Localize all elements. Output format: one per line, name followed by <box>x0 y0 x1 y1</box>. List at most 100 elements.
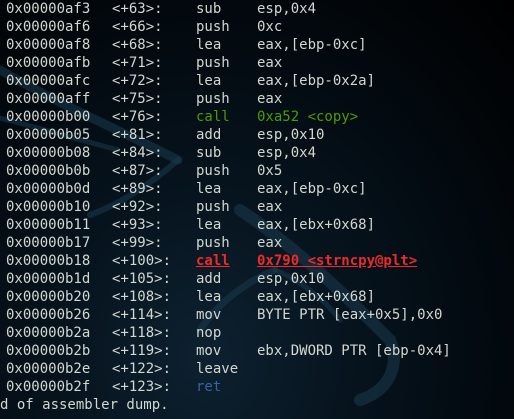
instruction-mnemonic: push <box>196 235 230 251</box>
instruction-address: 0x00000af8 <box>6 37 91 53</box>
instruction-operands: eax,[ebx+0x68] <box>257 289 376 305</box>
disassembly-line: 0x00000b10 <+92>: push eax <box>0 198 514 216</box>
instruction-mnemonic: nop <box>196 325 222 341</box>
instruction-operands: eax,[ebx+0x68] <box>257 217 376 233</box>
disassembly-line: 0x00000aff <+75>: push eax <box>0 90 514 108</box>
disassembly-line: 0x00000b17 <+99>: push eax <box>0 234 514 252</box>
instruction-operands: eax <box>257 235 283 251</box>
disassembly-line: 0x00000b1d <+105>: add esp,0x10 <box>0 270 514 288</box>
instruction-operands: eax,[ebp-0xc] <box>257 181 367 197</box>
instruction-address: 0x00000aff <box>6 91 91 107</box>
instruction-address: 0x00000b05 <box>6 127 91 143</box>
instruction-address: 0x00000b1d <box>6 271 91 287</box>
disassembly-line: 0x00000b11 <+93>: lea eax,[ebx+0x68] <box>0 216 514 234</box>
instruction-operands: ebx,DWORD PTR [ebp-0x4] <box>257 343 451 359</box>
disassembly-line: 0x00000b20 <+108>: lea eax,[ebx+0x68] <box>0 288 514 306</box>
instruction-mnemonic: ret <box>196 379 222 395</box>
instruction-offset: <+99>: <box>112 235 163 251</box>
instruction-mnemonic: push <box>196 55 230 71</box>
instruction-address: 0x00000b2e <box>6 361 91 377</box>
instruction-operands: eax <box>257 91 283 107</box>
instruction-operands: eax,[ebp-0x2a] <box>257 73 376 89</box>
disassembly-line: 0x00000b26 <+114>: mov BYTE PTR [eax+0x5],0… <box>0 306 514 324</box>
disassembly-line: 0x00000afc <+72>: lea eax,[ebp-0x2a] <box>0 72 514 90</box>
disassembly-line: 0x00000b2e <+122>: leave <box>0 360 514 378</box>
instruction-address: 0x00000b11 <box>6 217 91 233</box>
disassembly-line: 0x00000b0b <+87>: push 0x5 <box>0 162 514 180</box>
instruction-offset: <+114>: <box>112 307 172 323</box>
instruction-mnemonic: lea <box>196 181 222 197</box>
instruction-address: 0x00000b0d <box>6 181 91 197</box>
instruction-offset: <+87>: <box>112 163 163 179</box>
instruction-address: 0x00000af3 <box>6 1 91 17</box>
instruction-address: 0x00000afb <box>6 55 91 71</box>
instruction-offset: <+68>: <box>112 37 163 53</box>
instruction-offset: <+75>: <box>112 91 163 107</box>
instruction-offset: <+119>: <box>112 343 172 359</box>
instruction-address: 0x00000af6 <box>6 19 91 35</box>
disassembly-line: 0x00000af8 <+68>: lea eax,[ebp-0xc] <box>0 36 514 54</box>
instruction-operands: 0x790 <strncpy@plt> <box>257 253 418 269</box>
instruction-address: 0x00000afc <box>6 73 91 89</box>
disassembly-line: 0x00000b2a <+118>: nop <box>0 324 514 342</box>
instruction-address: 0x00000b2a <box>6 325 91 341</box>
instruction-mnemonic: add <box>196 271 222 287</box>
instruction-mnemonic: lea <box>196 217 222 233</box>
instruction-mnemonic: leave <box>196 361 239 377</box>
instruction-offset: <+84>: <box>112 145 163 161</box>
instruction-offset: <+105>: <box>112 271 172 287</box>
disassembly-line: 0x00000b08 <+84>: sub esp,0x4 <box>0 144 514 162</box>
disassembly-line: 0x00000b00 <+76>: call 0xa52 <copy> <box>0 108 514 126</box>
disassembly-line: 0x00000b2f <+123>: ret <box>0 378 514 396</box>
instruction-offset: <+118>: <box>112 325 172 341</box>
disassembly-line: 0x00000b0d <+89>: lea eax,[ebp-0xc] <box>0 180 514 198</box>
instruction-mnemonic: sub <box>196 1 222 17</box>
instruction-operands: esp,0x10 <box>257 271 325 287</box>
instruction-mnemonic: lea <box>196 37 222 53</box>
instruction-operands: esp,0x4 <box>257 1 317 17</box>
instruction-operands: 0x5 <box>257 163 283 179</box>
instruction-offset: <+123>: <box>112 379 172 395</box>
instruction-address: 0x00000b10 <box>6 199 91 215</box>
instruction-operands: 0xa52 <copy> <box>257 109 359 125</box>
instruction-mnemonic: lea <box>196 289 222 305</box>
instruction-offset: <+72>: <box>112 73 163 89</box>
disassembly-line: 0x00000b05 <+81>: add esp,0x10 <box>0 126 514 144</box>
instruction-operands: 0xc <box>257 19 283 35</box>
instruction-operands: esp,0x4 <box>257 145 317 161</box>
instruction-address: 0x00000b08 <box>6 145 91 161</box>
instruction-mnemonic: push <box>196 199 230 215</box>
instruction-operands: eax <box>257 55 283 71</box>
instruction-mnemonic: mov <box>196 343 222 359</box>
disassembly-output: 0x00000af3 <+63>: sub esp,0x4 0x00000af6 <+66… <box>0 0 514 419</box>
end-of-dump-message: d of assembler dump. <box>0 397 169 413</box>
disassembly-line: 0x00000af3 <+63>: sub esp,0x4 <box>0 0 514 18</box>
instruction-offset: <+93>: <box>112 217 163 233</box>
instruction-offset: <+92>: <box>112 199 163 215</box>
instruction-offset: <+76>: <box>112 109 163 125</box>
instruction-offset: <+63>: <box>112 1 163 17</box>
instruction-address: 0x00000b2f <box>6 379 91 395</box>
instruction-mnemonic: push <box>196 163 230 179</box>
instruction-address: 0x00000b0b <box>6 163 91 179</box>
instruction-operands: eax,[ebp-0xc] <box>257 37 367 53</box>
instruction-address: 0x00000b18 <box>6 253 91 269</box>
instruction-operands: BYTE PTR [eax+0x5],0x0 <box>257 307 443 323</box>
instruction-offset: <+89>: <box>112 181 163 197</box>
disassembly-line: 0x00000b18 <+100>: call 0x790 <strncpy@plt> <box>0 252 514 270</box>
instruction-offset: <+71>: <box>112 55 163 71</box>
instruction-offset: <+81>: <box>112 127 163 143</box>
disassembly-line: 0x00000af6 <+66>: push 0xc <box>0 18 514 36</box>
terminal-window[interactable]: 0x00000af3 <+63>: sub esp,0x4 0x00000af6 <+66… <box>0 0 514 419</box>
instruction-mnemonic: call <box>196 109 230 125</box>
instruction-offset: <+108>: <box>112 289 172 305</box>
instruction-mnemonic: mov <box>196 307 222 323</box>
instruction-mnemonic: push <box>196 19 230 35</box>
disassembly-line: 0x00000b2b <+119>: mov ebx,DWORD PTR [ebp-0… <box>0 342 514 360</box>
instruction-mnemonic: push <box>196 91 230 107</box>
instruction-operands: eax <box>257 199 283 215</box>
instruction-offset: <+122>: <box>112 361 172 377</box>
instruction-address: 0x00000b20 <box>6 289 91 305</box>
instruction-mnemonic: add <box>196 127 222 143</box>
instruction-address: 0x00000b17 <box>6 235 91 251</box>
